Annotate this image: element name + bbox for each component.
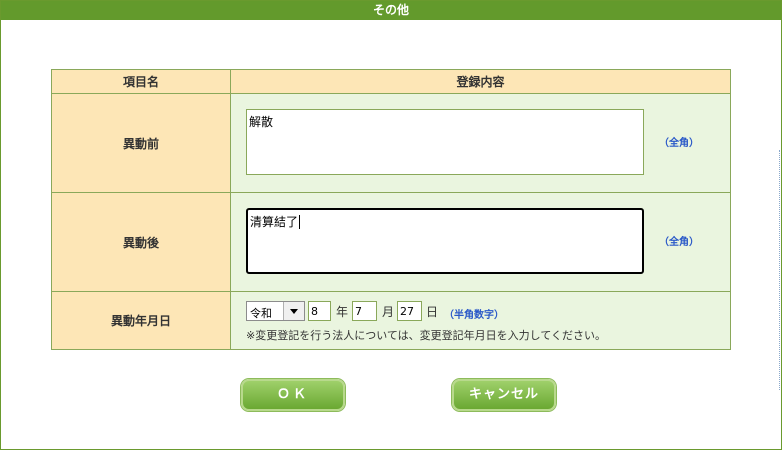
date-note: ※変更登記を行う法人については、変更登記年月日を入力してください。 [246, 329, 607, 342]
before-change-hint: （全角） [659, 138, 699, 149]
cancel-button[interactable]: キャンセル [452, 379, 556, 411]
column-header-item: 項目名 [51, 69, 231, 94]
year-unit-label: 年 [336, 305, 349, 319]
chevron-down-icon [290, 309, 298, 314]
table-row-change-date: 異動年月日 令和 8 年 7 月 27 日 （半角数字） ※変更登記を行う法人に… [51, 291, 731, 350]
dialog-title: その他 [1, 1, 781, 20]
text-cursor [299, 215, 301, 229]
after-change-hint: （全角） [659, 237, 699, 248]
date-hint: （半角数字） [444, 310, 504, 321]
content-cell-before-change: 解散 （全角） [230, 93, 731, 193]
row-label-change-date: 異動年月日 [51, 291, 231, 350]
ok-button[interactable]: ＯＫ [241, 379, 345, 411]
before-change-textarea[interactable]: 解散 [246, 109, 644, 175]
after-change-value: 清算結了 [250, 215, 299, 229]
column-header-content: 登録内容 [230, 69, 731, 94]
table-row-before-change: 異動前 解散 （全角） [51, 93, 731, 193]
table-row-after-change: 異動後 清算結了 （全角） [51, 192, 731, 292]
era-select-arrow[interactable] [283, 302, 304, 320]
row-label-after-change: 異動後 [51, 192, 231, 292]
content-cell-change-date: 令和 8 年 7 月 27 日 （半角数字） ※変更登記を行う法人については、変… [230, 291, 731, 350]
dialog-window: その他 項目名 登録内容 異動前 解散 （全角） 異動後 清算結了 （全角） 異… [0, 0, 782, 450]
after-change-textarea[interactable]: 清算結了 [246, 208, 644, 274]
month-input[interactable]: 7 [352, 301, 377, 321]
day-input[interactable]: 27 [397, 301, 422, 321]
day-unit-label: 日 [426, 305, 439, 319]
month-unit-label: 月 [382, 305, 395, 319]
year-input[interactable]: 8 [308, 301, 331, 321]
content-cell-after-change: 清算結了 （全角） [230, 192, 731, 292]
era-select[interactable]: 令和 [246, 301, 305, 321]
registration-form-table: 項目名 登録内容 異動前 解散 （全角） 異動後 清算結了 （全角） 異動年月日… [51, 69, 731, 350]
era-select-value: 令和 [250, 307, 272, 320]
row-label-before-change: 異動前 [51, 93, 231, 193]
